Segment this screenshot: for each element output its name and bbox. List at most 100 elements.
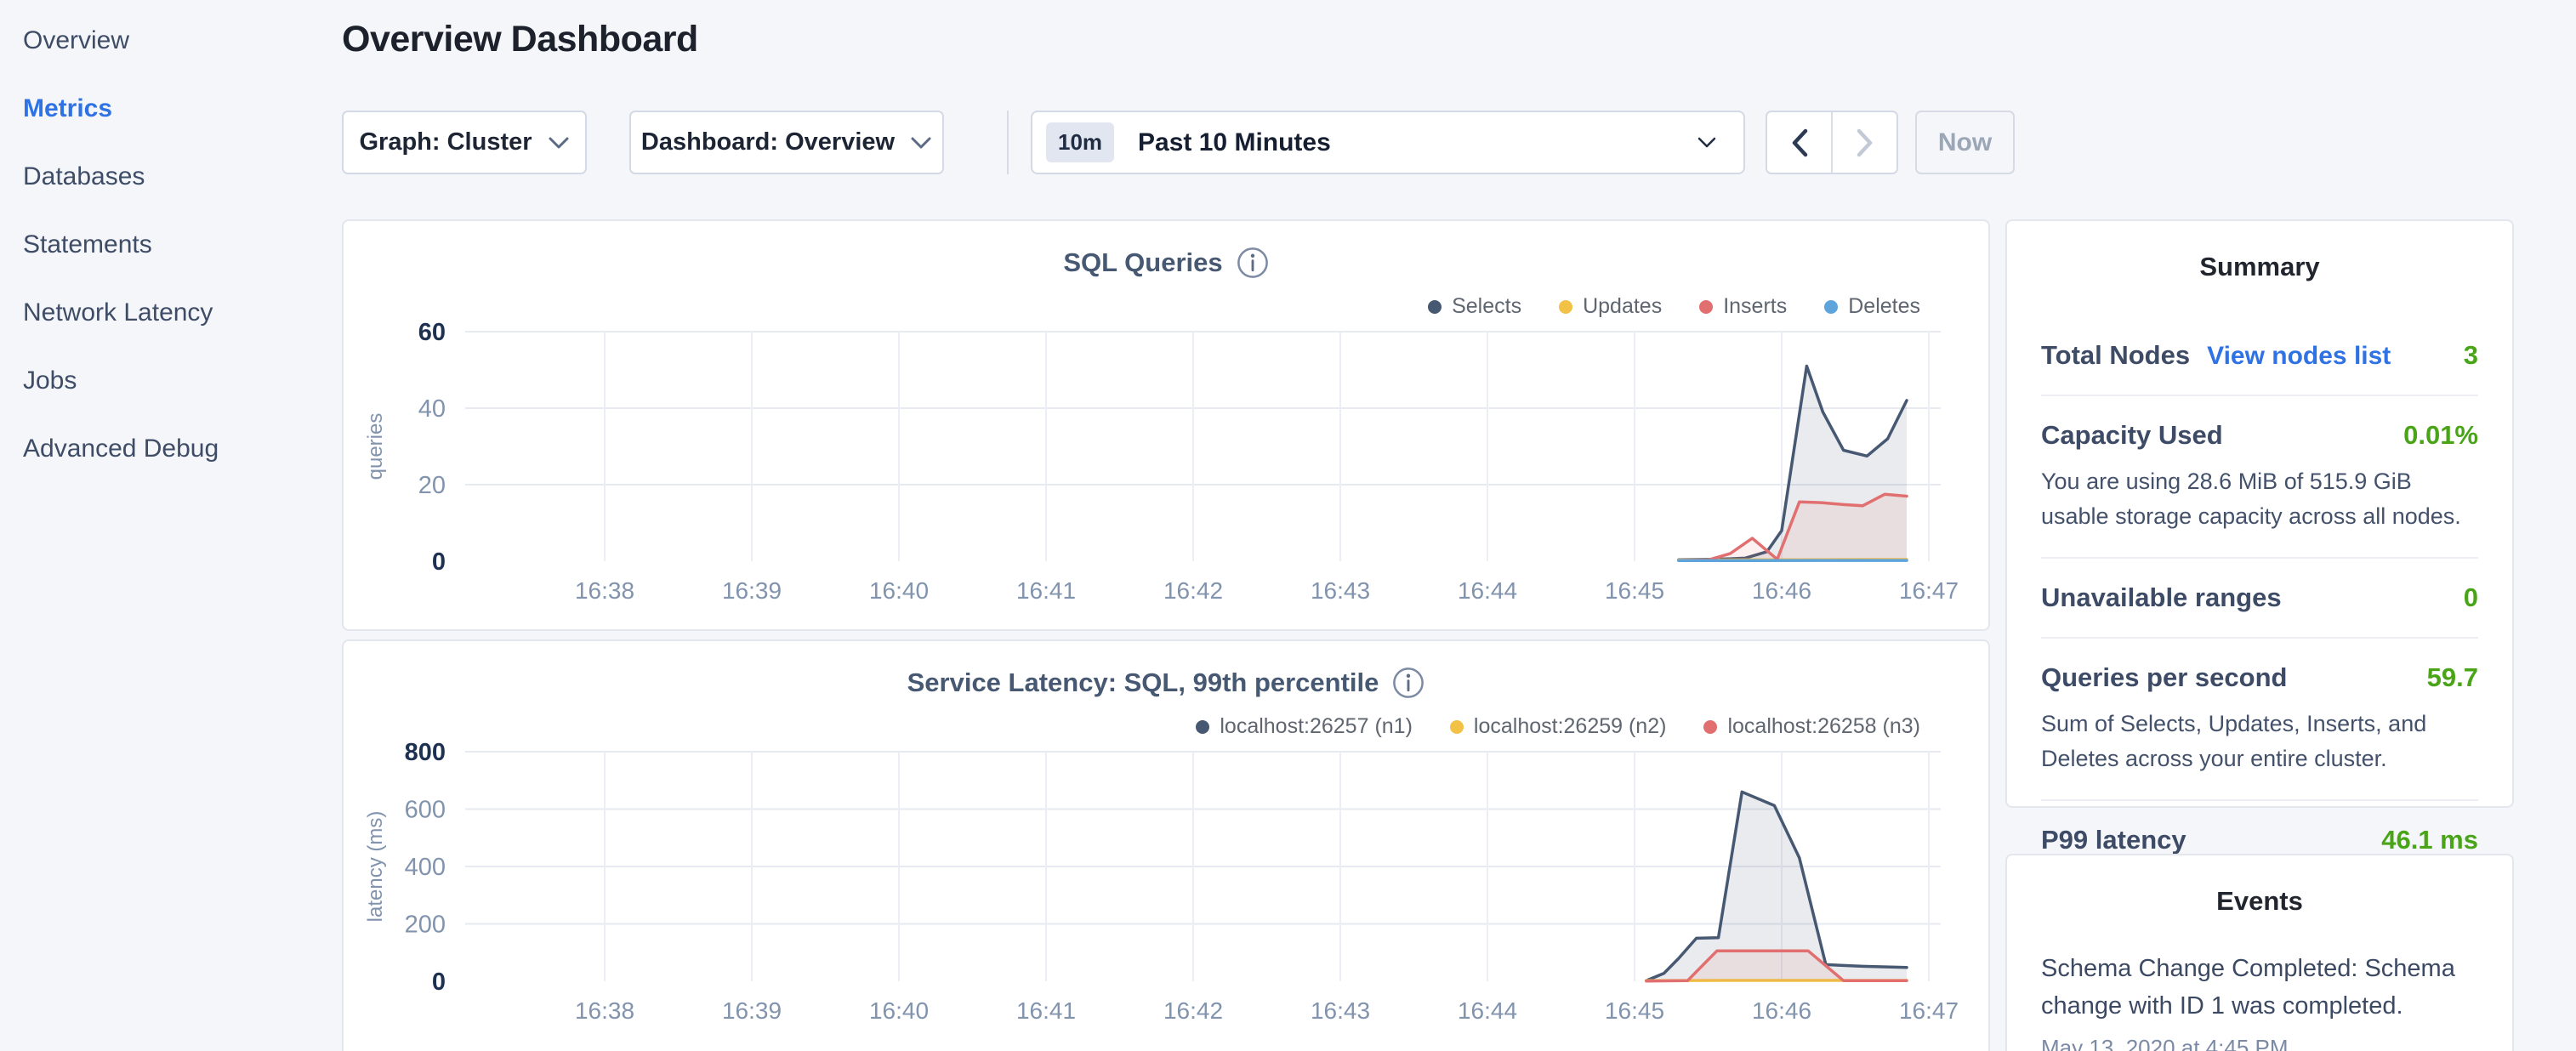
summary-row-label: P99 latency xyxy=(2041,825,2186,855)
svg-text:16:39: 16:39 xyxy=(722,577,782,604)
svg-text:60: 60 xyxy=(418,319,446,346)
now-button[interactable]: Now xyxy=(1915,111,2015,174)
chart-title: SQL Queries xyxy=(1063,247,1222,278)
svg-text:16:44: 16:44 xyxy=(1458,997,1517,1024)
events-title: Events xyxy=(2041,886,2478,917)
svg-text:latency (ms): latency (ms) xyxy=(364,811,387,923)
legend-item[interactable]: Updates xyxy=(1559,294,1662,319)
legend-label: Selects xyxy=(1452,294,1521,319)
sidebar-item-network-latency[interactable]: Network Latency xyxy=(0,279,342,347)
legend-item[interactable]: localhost:26259 (n2) xyxy=(1450,714,1667,739)
event-item[interactable]: Schema Change Completed: Schema change w… xyxy=(2041,951,2478,1051)
sidebar-item-overview[interactable]: Overview xyxy=(0,7,342,75)
svg-text:16:43: 16:43 xyxy=(1311,997,1370,1024)
sidebar-item-statements[interactable]: Statements xyxy=(0,211,342,279)
chevron-left-icon xyxy=(1791,128,1808,157)
time-range-dropdown[interactable]: 10m Past 10 Minutes xyxy=(1031,111,1745,174)
svg-text:16:43: 16:43 xyxy=(1311,577,1370,604)
summary-row-value: 0.01% xyxy=(2403,420,2478,451)
legend-item[interactable]: Inserts xyxy=(1699,294,1787,319)
summary-row: Unavailable ranges 0 xyxy=(2041,559,2478,639)
events-panel: Events Schema Change Completed: Schema c… xyxy=(2005,854,2514,1051)
svg-text:16:42: 16:42 xyxy=(1163,577,1223,604)
legend-dot-icon xyxy=(1428,300,1442,314)
summary-row-value: 0 xyxy=(2464,582,2478,613)
summary-row-label: Total Nodes xyxy=(2041,340,2190,371)
svg-text:16:40: 16:40 xyxy=(869,577,929,604)
sidebar-item-advanced-debug[interactable]: Advanced Debug xyxy=(0,415,342,483)
svg-text:16:41: 16:41 xyxy=(1016,577,1076,604)
view-nodes-list-link[interactable]: View nodes list xyxy=(2207,342,2391,371)
svg-text:16:42: 16:42 xyxy=(1163,997,1223,1024)
legend-item[interactable]: Selects xyxy=(1428,294,1521,319)
sql-queries-chart[interactable]: 16:3816:3916:4016:4116:4216:4316:4416:45… xyxy=(344,221,1992,633)
time-step-buttons xyxy=(1766,111,1898,174)
previous-time-button[interactable] xyxy=(1767,112,1833,173)
chart-legend: Selects Updates Inserts Deletes xyxy=(1428,294,1920,319)
summary-title: Summary xyxy=(2041,252,2478,282)
svg-text:0: 0 xyxy=(432,548,446,576)
svg-text:16:46: 16:46 xyxy=(1752,997,1811,1024)
next-time-button[interactable] xyxy=(1833,112,1896,173)
summary-row-label: Unavailable ranges xyxy=(2041,582,2282,613)
toolbar-divider xyxy=(1007,111,1009,174)
legend-dot-icon xyxy=(1196,720,1209,734)
chevron-down-icon xyxy=(910,136,932,150)
legend-label: Inserts xyxy=(1723,294,1787,319)
summary-row-description: Sum of Selects, Updates, Inserts, and De… xyxy=(2041,707,2478,775)
time-range-label: Past 10 Minutes xyxy=(1138,128,1696,157)
legend-label: localhost:26258 (n3) xyxy=(1727,714,1920,739)
legend-item[interactable]: Deletes xyxy=(1824,294,1920,319)
svg-text:600: 600 xyxy=(405,797,446,824)
svg-text:16:40: 16:40 xyxy=(869,997,929,1024)
time-window-badge: 10m xyxy=(1046,122,1114,162)
event-message: Schema Change Completed: Schema change w… xyxy=(2041,951,2478,1025)
sidebar-item-jobs[interactable]: Jobs xyxy=(0,347,342,415)
legend-dot-icon xyxy=(1559,300,1572,314)
info-icon[interactable] xyxy=(1237,247,1269,279)
graph-dropdown-label: Graph: Cluster xyxy=(359,128,532,156)
legend-dot-icon xyxy=(1703,720,1717,734)
svg-text:400: 400 xyxy=(405,854,446,881)
legend-dot-icon xyxy=(1824,300,1838,314)
graph-dropdown[interactable]: Graph: Cluster xyxy=(342,111,587,174)
service-latency-chart-card: 16:3816:3916:4016:4116:4216:4316:4416:45… xyxy=(342,639,1990,1051)
chart-legend: localhost:26257 (n1) localhost:26259 (n2)… xyxy=(1196,714,1920,739)
svg-text:16:47: 16:47 xyxy=(1899,997,1959,1024)
sidebar-item-metrics[interactable]: Metrics xyxy=(0,75,342,143)
sidebar: OverviewMetricsDatabasesStatementsNetwor… xyxy=(0,0,342,1051)
summary-row: Total Nodes View nodes list 3 xyxy=(2041,316,2478,396)
sql-queries-chart-card: 16:3816:3916:4016:4116:4216:4316:4416:45… xyxy=(342,219,1990,631)
svg-text:0: 0 xyxy=(432,969,446,996)
svg-text:16:45: 16:45 xyxy=(1605,577,1664,604)
legend-label: localhost:26259 (n2) xyxy=(1474,714,1667,739)
dashboard-dropdown-label: Dashboard: Overview xyxy=(641,128,895,156)
legend-dot-icon xyxy=(1699,300,1713,314)
service-latency-chart[interactable]: 16:3816:3916:4016:4116:4216:4316:4416:45… xyxy=(344,641,1992,1051)
chevron-down-icon xyxy=(548,136,570,150)
legend-item[interactable]: localhost:26257 (n1) xyxy=(1196,714,1413,739)
summary-row-description: You are using 28.6 MiB of 515.9 GiB usab… xyxy=(2041,464,2478,533)
summary-row-label: Capacity Used xyxy=(2041,420,2223,451)
legend-label: Updates xyxy=(1583,294,1662,319)
legend-label: localhost:26257 (n1) xyxy=(1220,714,1413,739)
svg-text:16:44: 16:44 xyxy=(1458,577,1517,604)
summary-row: Queries per second 59.7 Sum of Selects, Up… xyxy=(2041,639,2478,801)
info-icon[interactable] xyxy=(1392,667,1424,699)
legend-dot-icon xyxy=(1450,720,1464,734)
event-timestamp: May 13, 2020 at 4:45 PM xyxy=(2041,1035,2478,1051)
summary-row-value: 3 xyxy=(2464,340,2478,371)
svg-text:16:46: 16:46 xyxy=(1752,577,1811,604)
chevron-down-icon xyxy=(1696,136,1718,150)
summary-row-value: 59.7 xyxy=(2427,662,2478,693)
svg-text:40: 40 xyxy=(418,395,446,423)
summary-row: Capacity Used 0.01% You are using 28.6 MiB… xyxy=(2041,396,2478,559)
svg-text:800: 800 xyxy=(405,739,446,766)
svg-text:queries: queries xyxy=(364,413,387,480)
summary-row-label: Queries per second xyxy=(2041,662,2287,693)
svg-text:16:45: 16:45 xyxy=(1605,997,1664,1024)
legend-item[interactable]: localhost:26258 (n3) xyxy=(1703,714,1920,739)
sidebar-item-databases[interactable]: Databases xyxy=(0,143,342,211)
dashboard-dropdown[interactable]: Dashboard: Overview xyxy=(629,111,944,174)
svg-text:20: 20 xyxy=(418,472,446,499)
